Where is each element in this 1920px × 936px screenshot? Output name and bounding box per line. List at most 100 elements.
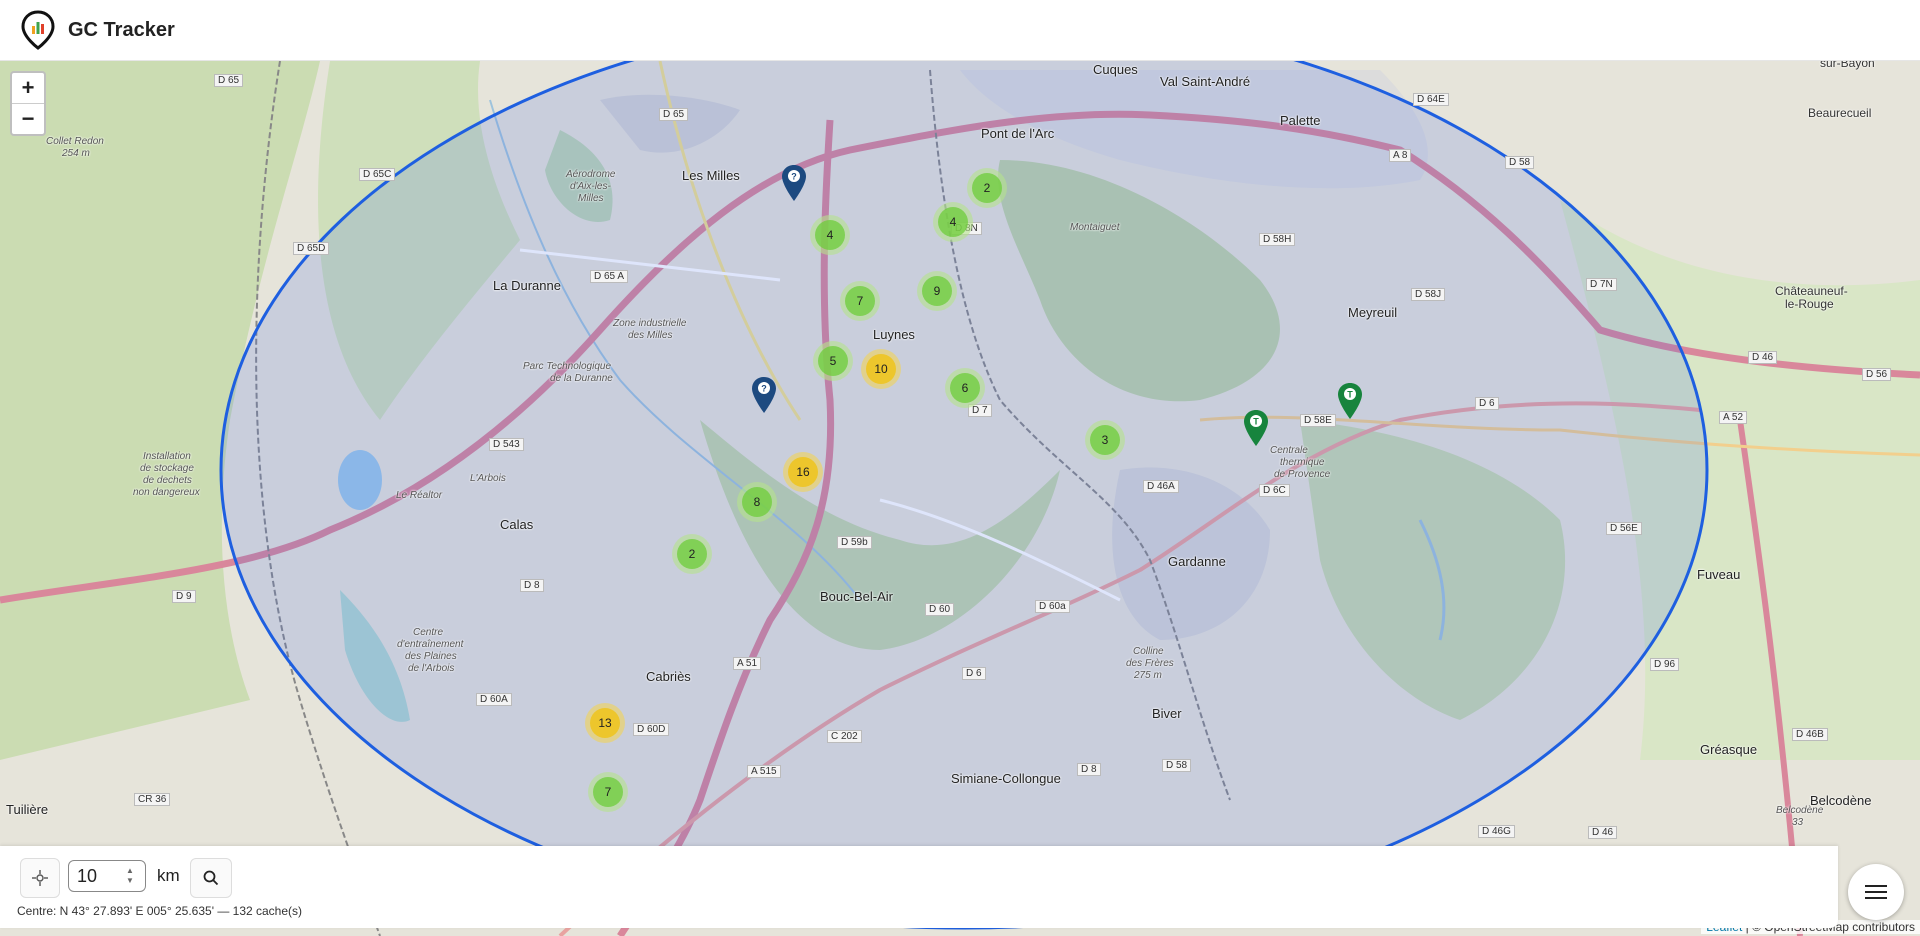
mystery-cache-marker[interactable]: ? [781, 164, 807, 202]
place-label: Collet Redon [46, 136, 104, 147]
map-view[interactable]: + − Cuques Val Saint-André sur-Bayon Beaure… [0, 61, 1920, 936]
place-label: Tuilière [6, 802, 49, 817]
app-title: GC Tracker [68, 18, 175, 41]
cluster-count: 16 [788, 457, 818, 487]
cluster-count: 8 [742, 487, 772, 517]
cache-cluster[interactable]: 10 [861, 349, 901, 389]
place-label: Les Milles [682, 168, 740, 183]
road-shield: D 96 [1650, 658, 1680, 671]
place-label: Centre [413, 627, 444, 638]
road-shield: D 8 [1077, 763, 1101, 776]
crosshair-icon [32, 870, 48, 886]
cache-cluster[interactable]: 8 [737, 482, 777, 522]
road-shield: D 6 [1475, 397, 1499, 410]
place-label: Biver [1152, 706, 1182, 721]
place-label: Châteauneuf- [1775, 284, 1848, 298]
place-label: Cuques [1093, 62, 1138, 77]
app-logo-icon [21, 10, 55, 50]
locate-button[interactable] [20, 858, 60, 898]
place-label: Luynes [873, 327, 915, 342]
place-label: Val Saint-André [1160, 74, 1251, 89]
cluster-count: 9 [922, 276, 952, 306]
cache-cluster[interactable]: 4 [810, 215, 850, 255]
place-label: Fuveau [1697, 567, 1741, 582]
cache-cluster[interactable]: 5 [813, 341, 853, 381]
place-label: Beaurecueil [1808, 106, 1872, 120]
cache-cluster[interactable]: 16 [783, 452, 823, 492]
zoom-control: + − [10, 71, 46, 136]
cache-cluster[interactable]: 3 [1085, 420, 1125, 460]
place-label: Installation [143, 451, 191, 462]
cluster-count: 5 [818, 346, 848, 376]
zoom-out-button[interactable]: − [12, 103, 44, 134]
place-label: 275 m [1134, 670, 1162, 681]
place-label: 33 [1792, 817, 1804, 828]
road-shield: D 64E [1413, 93, 1449, 106]
place-label: La Duranne [493, 278, 561, 293]
place-label: le-Rouge [1785, 297, 1834, 311]
road-shield: D 8 [520, 579, 544, 592]
place-label: Zone industrielle [613, 318, 687, 329]
place-label: Gardanne [1168, 554, 1226, 569]
cluster-count: 4 [815, 220, 845, 250]
cache-cluster[interactable]: 7 [840, 281, 880, 321]
hamburger-icon [1865, 885, 1887, 899]
place-label: de stockage [140, 463, 194, 474]
place-label: Montaiguet [1070, 222, 1120, 233]
cache-cluster[interactable]: 13 [585, 703, 625, 743]
cluster-count: 13 [590, 708, 620, 738]
place-label: des Plaines [405, 651, 457, 662]
radius-spinner[interactable]: ▲ ▼ [124, 866, 136, 886]
traditional-cache-marker[interactable]: T [1243, 409, 1269, 447]
road-shield: D 543 [489, 438, 524, 451]
search-button[interactable] [190, 858, 232, 898]
place-label: Meyreuil [1348, 305, 1398, 320]
menu-button[interactable] [1848, 864, 1904, 920]
place-label: Milles [578, 193, 604, 204]
place-label: d'entraînement [397, 639, 464, 650]
place-label: de l'Arbois [408, 663, 455, 674]
road-shield: A 51 [733, 657, 762, 670]
place-label: Le Réaltor [396, 490, 443, 501]
road-shield: D 60 [925, 603, 955, 616]
place-label: Centrale [1270, 445, 1308, 456]
place-label: de la Duranne [550, 373, 613, 384]
zoom-in-button[interactable]: + [12, 73, 44, 103]
cache-cluster[interactable]: 4 [933, 202, 973, 242]
place-label: 254 m [62, 148, 90, 159]
marker-glyph: ? [791, 172, 797, 182]
place-label: L'Arbois [470, 473, 506, 484]
road-shield: D 60A [476, 693, 512, 706]
marker-glyph: ? [761, 384, 767, 394]
cluster-count: 10 [866, 354, 896, 384]
place-label: Parc Technologique [523, 361, 612, 372]
road-shield: D 58H [1259, 233, 1296, 246]
traditional-cache-marker[interactable]: T [1337, 382, 1363, 420]
road-shield: D 65C [359, 168, 396, 181]
road-shield: D 65D [293, 242, 330, 255]
road-shield: D 6C [1259, 484, 1290, 497]
cache-cluster[interactable]: 2 [967, 168, 1007, 208]
place-label: sur-Bayon [1820, 61, 1875, 70]
road-shield: D 65 [659, 108, 689, 121]
road-shield: D 6 [962, 667, 986, 680]
marker-glyph: T [1253, 417, 1259, 427]
place-label: Palette [1280, 113, 1321, 128]
road-shield: D 56 [1862, 368, 1892, 381]
road-shield: D 58J [1411, 288, 1446, 301]
cache-cluster[interactable]: 2 [672, 534, 712, 574]
road-shield: D 46A [1143, 480, 1179, 493]
road-shield: D 56E [1606, 522, 1642, 535]
road-shield: D 46B [1792, 728, 1828, 741]
map-tiles [0, 61, 1920, 936]
cache-cluster[interactable]: 6 [945, 368, 985, 408]
place-label: de Provence [1274, 469, 1331, 480]
road-shield: D 46 [1748, 351, 1778, 364]
road-shield: D 60a [1035, 600, 1070, 613]
mystery-cache-marker[interactable]: ? [751, 376, 777, 414]
road-shield: CR 36 [134, 793, 171, 806]
cache-cluster[interactable]: 7 [588, 772, 628, 812]
place-label: thermique [1280, 457, 1325, 468]
cache-cluster[interactable]: 9 [917, 271, 957, 311]
place-label: Belcodène [1776, 805, 1824, 816]
